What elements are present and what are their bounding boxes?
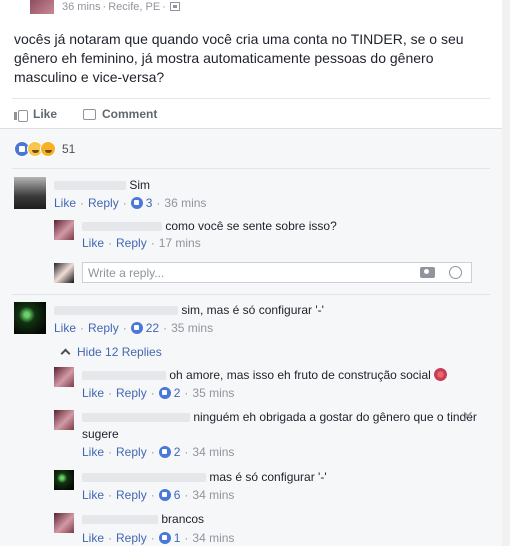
- chevron-up-icon: [60, 348, 71, 359]
- hide-replies-link[interactable]: Hide 12 Replies: [60, 345, 162, 359]
- current-user-avatar: [54, 263, 74, 283]
- reply-box: [82, 262, 472, 283]
- reply-actions: Like · Reply · 17 mins: [82, 236, 201, 250]
- post-location[interactable]: Recife, PE: [108, 1, 160, 13]
- reply-time[interactable]: 34 mins: [192, 488, 234, 502]
- reply-like-count[interactable]: 1: [158, 531, 180, 545]
- reply-like-count[interactable]: 2: [158, 445, 180, 459]
- reply-like-link[interactable]: Like: [82, 445, 104, 459]
- reply-reply-link[interactable]: Reply: [116, 386, 147, 400]
- avatar[interactable]: [54, 220, 74, 240]
- avatar[interactable]: [14, 302, 46, 334]
- avatar[interactable]: [54, 410, 74, 430]
- reply-reply-link[interactable]: Reply: [116, 531, 147, 545]
- scrollbar[interactable]: [502, 0, 510, 546]
- like-badge-icon: [158, 532, 171, 544]
- reply-actions: Like · Reply · 2 · 34 mins: [82, 445, 235, 459]
- public-icon[interactable]: [169, 2, 180, 11]
- divider: [12, 294, 490, 295]
- comment-like-link[interactable]: Like: [54, 321, 76, 335]
- comment-like-count[interactable]: 22: [130, 321, 159, 335]
- comment-like-count[interactable]: 3: [130, 196, 152, 210]
- reply-text: como você se sente sobre isso?: [82, 219, 337, 234]
- comment-time[interactable]: 35 mins: [171, 321, 213, 335]
- comment-reply-link[interactable]: Reply: [88, 321, 119, 335]
- like-badge-icon: [158, 387, 171, 399]
- author-avatar[interactable]: [30, 0, 54, 14]
- post-text: vocês já notaram que quando você cria um…: [14, 31, 464, 85]
- post-actions: Like Comment: [14, 105, 157, 123]
- reply-like-count[interactable]: 2: [158, 386, 180, 400]
- reply-time[interactable]: 34 mins: [192, 531, 234, 545]
- camera-icon[interactable]: [420, 267, 435, 278]
- flower-emoji-icon: [433, 368, 447, 381]
- reply-actions: Like · Reply · 1 · 34 mins: [82, 531, 235, 545]
- reply-text: brancos: [82, 512, 204, 527]
- reply-text: mas é só configurar '-': [82, 470, 327, 485]
- reply-text-continued: sugere: [82, 427, 119, 441]
- redacted-name[interactable]: [82, 413, 190, 422]
- reply-input[interactable]: [88, 265, 408, 280]
- reactions-summary[interactable]: 51: [14, 141, 75, 157]
- avatar[interactable]: [54, 367, 74, 387]
- redacted-name[interactable]: [82, 515, 158, 524]
- comment-actions: Like · Reply · 22 · 35 mins: [54, 321, 214, 335]
- post-time[interactable]: 36 mins: [62, 1, 101, 13]
- reply-time[interactable]: 17 mins: [159, 236, 201, 250]
- comment-icon: [83, 108, 97, 120]
- reply-actions: Like · Reply · 6 · 34 mins: [82, 488, 235, 502]
- like-badge-icon: [130, 322, 143, 334]
- reply-like-link[interactable]: Like: [82, 531, 104, 545]
- avatar[interactable]: [54, 513, 74, 533]
- like-button[interactable]: Like: [14, 105, 57, 123]
- reaction-count: 51: [62, 142, 76, 156]
- reply-text: ninguém eh obrigada a gostar do gênero q…: [82, 410, 477, 425]
- redacted-name[interactable]: [82, 371, 166, 380]
- emoji-icon[interactable]: [449, 266, 462, 279]
- divider: [12, 98, 490, 99]
- reply-like-link[interactable]: Like: [82, 386, 104, 400]
- avatar[interactable]: [54, 470, 74, 490]
- haha-reaction-icon: [40, 141, 56, 157]
- redacted-name[interactable]: [82, 222, 162, 231]
- comment-text: sim, mas é só configurar '-': [54, 303, 324, 318]
- comment-button[interactable]: Comment: [83, 105, 157, 123]
- post-meta: 36 mins · Recife, PE ·: [62, 1, 180, 13]
- comment-like-link[interactable]: Like: [54, 196, 76, 210]
- reply-text: oh amore, mas isso eh fruto de construçã…: [82, 368, 447, 383]
- comment-actions: Like · Reply · 3 · 36 mins: [54, 196, 207, 210]
- comment-label: Comment: [102, 107, 158, 121]
- reply-time[interactable]: 35 mins: [192, 386, 234, 400]
- reply-actions: Like · Reply · 2 · 35 mins: [82, 386, 235, 400]
- like-badge-icon: [130, 197, 143, 209]
- thumbs-up-icon: [14, 108, 28, 122]
- like-badge-icon: [158, 446, 171, 458]
- reply-reply-link[interactable]: Reply: [116, 488, 147, 502]
- reply-like-link[interactable]: Like: [82, 236, 104, 250]
- comment-time[interactable]: 36 mins: [164, 196, 206, 210]
- reply-like-link[interactable]: Like: [82, 488, 104, 502]
- like-label: Like: [33, 107, 58, 121]
- comment-reply-link[interactable]: Reply: [88, 196, 119, 210]
- post-header: 36 mins · Recife, PE ·: [0, 0, 510, 18]
- comment-text: Sim: [54, 178, 150, 193]
- reply-time[interactable]: 34 mins: [192, 445, 234, 459]
- reply-reply-link[interactable]: Reply: [116, 445, 147, 459]
- reply-like-count[interactable]: 6: [158, 488, 180, 502]
- divider: [12, 168, 490, 169]
- reply-reply-link[interactable]: Reply: [116, 236, 147, 250]
- redacted-name[interactable]: [82, 473, 206, 482]
- avatar[interactable]: [14, 177, 46, 209]
- like-badge-icon: [158, 489, 171, 501]
- redacted-name[interactable]: [54, 181, 126, 190]
- close-icon[interactable]: ✕: [462, 408, 474, 425]
- redacted-name[interactable]: [54, 306, 178, 315]
